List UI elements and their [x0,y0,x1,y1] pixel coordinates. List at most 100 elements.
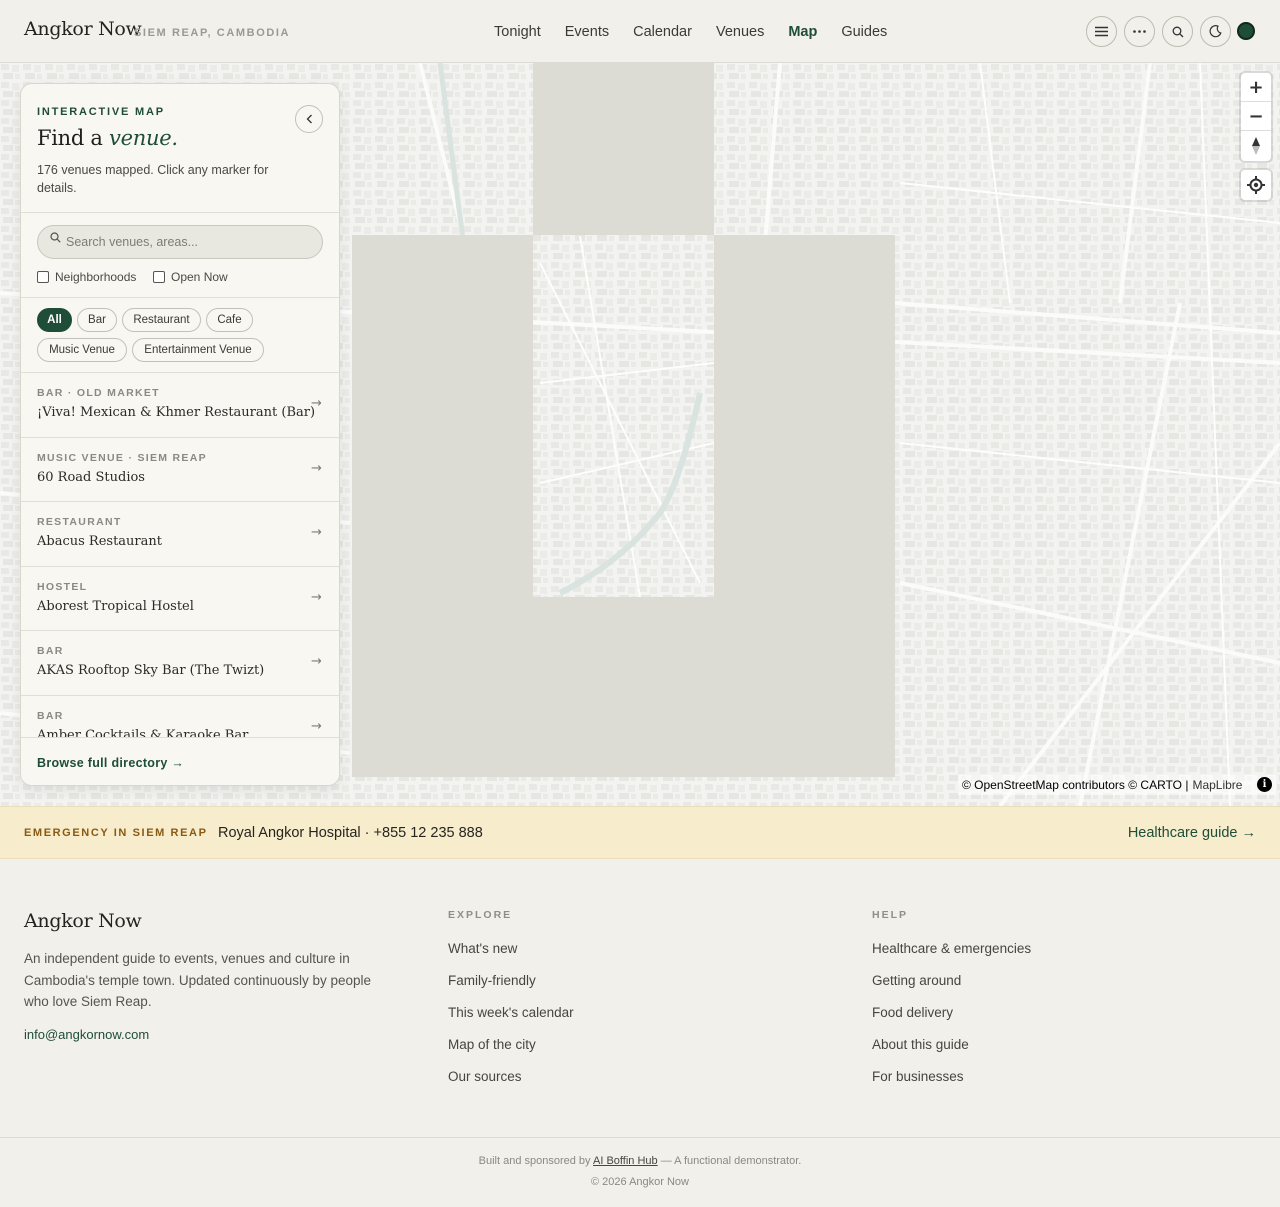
credits-suffix: — A functional demonstrator. [660,1155,802,1167]
venue-name: AKAS Rooftop Sky Bar (The Twizt) [37,663,265,678]
venue-search-input[interactable] [66,226,316,257]
panel-kicker: INTERACTIVE MAP [37,106,165,118]
compass-button[interactable] [1241,131,1271,160]
footer-heading: HELP [872,909,909,921]
neighborhoods-checkbox[interactable]: Neighborhoods [37,270,136,284]
search-icon [50,232,61,243]
browse-directory-link[interactable]: Browse full directory → [37,756,184,770]
panel-description: 176 venues mapped. Click any marker for … [37,163,269,195]
footer-link-about[interactable]: About this guide [872,1037,1031,1069]
info-icon[interactable]: i [1257,777,1272,792]
venue-name: Amber Cocktails & Karaoke Bar [37,727,249,738]
checkbox-label: Open Now [171,270,228,284]
nav-map[interactable]: Map [788,24,817,40]
map-tile-loading [714,235,895,777]
search-icon [1172,26,1183,37]
site-logo[interactable]: Angkor Now [24,18,142,40]
menu-button[interactable] [1086,16,1117,47]
nav-venues[interactable]: Venues [716,24,764,40]
credits-prefix: Built and sponsored by [478,1155,591,1167]
site-header: Angkor Now SIEM REAP, CAMBODIA Tonight E… [0,0,1280,63]
filter-chip-entertainment-venue[interactable]: Entertainment Venue [132,338,264,362]
healthcare-guide-link[interactable]: Healthcare guide → [1128,825,1256,841]
divider [21,212,339,213]
theme-toggle-button[interactable] [1200,16,1231,47]
filter-chip-bar[interactable]: Bar [77,308,117,332]
footer-link-healthcare[interactable]: Healthcare & emergencies [872,941,1031,973]
arrow-right-icon: → [311,396,322,411]
filter-chip-cafe[interactable]: Cafe [206,308,253,332]
venue-finder-panel: INTERACTIVE MAP Find a venue. 176 venues… [20,83,340,786]
main-nav: Tonight Events Calendar Venues Map Guide… [494,24,911,40]
nav-events[interactable]: Events [565,24,609,40]
panel-footer: Browse full directory → [21,737,339,785]
venue-list-item[interactable]: BAR Amber Cocktails & Karaoke Bar → [21,696,339,738]
venue-list-item[interactable]: HOSTEL Aborest Tropical Hostel → [21,567,339,631]
more-button[interactable] [1124,16,1155,47]
footer-link-getting-around[interactable]: Getting around [872,973,1031,1005]
panel-title-plain: Find a [37,126,103,150]
nav-guides[interactable]: Guides [841,24,887,40]
emergency-label: EMERGENCY IN SIEM REAP [24,827,208,839]
checkbox-box[interactable] [37,271,49,283]
venue-list-item[interactable]: BAR · OLD MARKET ¡Viva! Mexican & Khmer … [21,373,339,438]
footer-heading: EXPLORE [448,909,513,921]
accent-color-dot[interactable] [1237,22,1255,40]
nav-tonight[interactable]: Tonight [494,24,541,40]
footer-link-family-friendly[interactable]: Family-friendly [448,973,574,1005]
filter-chip-restaurant[interactable]: Restaurant [122,308,201,332]
map-tile-loading [352,235,533,777]
venue-list-item[interactable]: BAR AKAS Rooftop Sky Bar (The Twizt) → [21,631,339,696]
open-now-checkbox[interactable]: Open Now [153,270,228,284]
attribution-text[interactable]: © OpenStreetMap contributors © CARTO | [962,778,1188,792]
arrow-right-icon: → [311,718,322,734]
footer-link-sources[interactable]: Our sources [448,1069,574,1101]
search-button[interactable] [1162,16,1193,47]
plus-icon: + [1248,76,1264,98]
venue-list-item[interactable]: MUSIC VENUE · SIEM REAP 60 Road Studios … [21,438,339,502]
venue-category: BAR [37,645,64,657]
checkbox-label: Neighborhoods [55,270,137,284]
map-tile-loading [533,597,714,777]
footer-link-map[interactable]: Map of the city [448,1037,574,1069]
filter-chip-music-venue[interactable]: Music Venue [37,338,127,362]
zoom-out-button[interactable]: − [1241,102,1271,131]
nav-calendar[interactable]: Calendar [633,24,692,40]
map-tile-loading [533,63,714,235]
footer-link-businesses[interactable]: For businesses [872,1069,1031,1101]
crosshair-icon [1247,176,1265,194]
venue-category: HOSTEL [37,580,88,593]
filter-chip-all[interactable]: All [37,308,72,332]
arrow-right-icon: → [311,654,322,669]
geolocate-button[interactable] [1241,170,1271,200]
emergency-banner: EMERGENCY IN SIEM REAP Royal Angkor Hosp… [0,806,1280,859]
sponsor-link[interactable]: AI Boffin Hub [593,1155,658,1167]
panel-title-emphasis: venue. [109,126,178,150]
venue-list[interactable]: BAR · OLD MARKET ¡Viva! Mexican & Khmer … [21,373,339,737]
arrow-right-icon: → [311,589,322,605]
footer-copyright: © 2026 Angkor Now [591,1176,689,1188]
collapse-panel-button[interactable] [295,105,323,133]
site-location: SIEM REAP, CAMBODIA [134,27,291,39]
footer-email-link[interactable]: info@angkornow.com [24,1027,149,1042]
venue-category: RESTAURANT [37,516,122,528]
footer-link-food-delivery[interactable]: Food delivery [872,1005,1031,1037]
venue-name: ¡Viva! Mexican & Khmer Restaurant (Bar) [37,405,316,420]
checkbox-box[interactable] [153,271,165,283]
zoom-in-button[interactable]: + [1241,73,1271,102]
map-zoom-controls: + − [1241,73,1271,161]
footer-divider [0,1137,1280,1138]
minus-icon: − [1248,105,1264,127]
maplibre-link[interactable]: MapLibre [1192,778,1242,792]
venue-category: MUSIC VENUE · SIEM REAP [37,451,207,464]
venue-list-item[interactable]: RESTAURANT Abacus Restaurant → [21,502,339,567]
footer-logo[interactable]: Angkor Now [24,910,142,932]
footer-explore-column: EXPLORE What's new Family-friendly This … [448,909,574,1101]
venue-name: Aborest Tropical Hostel [37,598,194,614]
venue-search-field[interactable] [37,225,323,259]
moon-icon [1209,25,1222,38]
map-attribution: © OpenStreetMap contributors © CARTO | M… [958,775,1276,795]
arrow-right-icon: → [311,525,322,540]
footer-link-calendar[interactable]: This week's calendar [448,1005,574,1037]
footer-link-whats-new[interactable]: What's new [448,941,574,973]
